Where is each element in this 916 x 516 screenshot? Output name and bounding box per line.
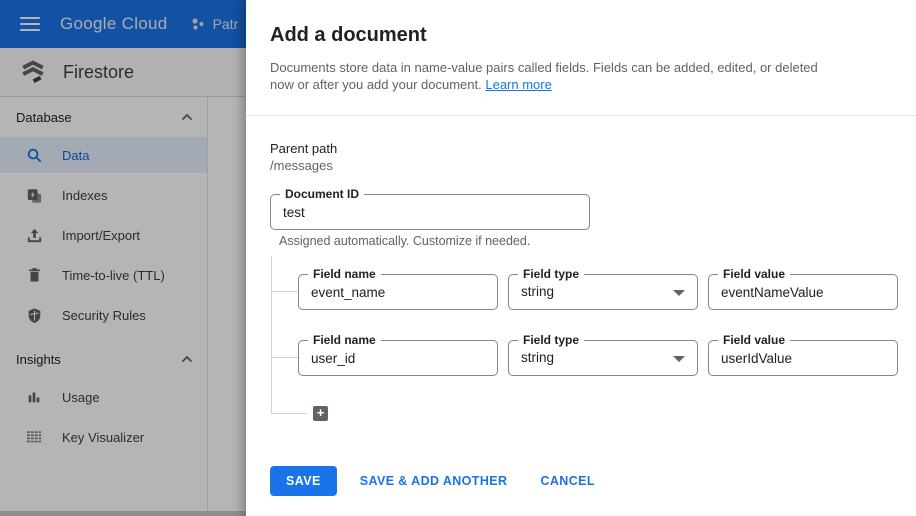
field-type-value: string	[521, 350, 554, 365]
sidebar-item-label: Security Rules	[62, 308, 146, 323]
add-field-button[interactable]: +	[313, 406, 328, 421]
firestore-icon	[20, 59, 46, 85]
sidebar-item-label: Time-to-live (TTL)	[62, 268, 165, 283]
field-type-label: Field type	[518, 332, 584, 348]
bar-chart-icon	[24, 387, 44, 407]
sidebar-section-database[interactable]: Database	[0, 97, 207, 137]
document-id-field: Document ID	[270, 194, 590, 230]
indexes-icon	[24, 185, 44, 205]
save-button[interactable]: SAVE	[270, 466, 337, 496]
sidebar-item-label: Indexes	[62, 188, 108, 203]
field-value-input[interactable]	[721, 341, 885, 375]
field-name-input[interactable]	[311, 275, 485, 309]
save-add-another-button[interactable]: SAVE & ADD ANOTHER	[352, 466, 516, 496]
sidebar-item-ttl[interactable]: Time-to-live (TTL)	[0, 257, 207, 293]
sidebar-item-indexes[interactable]: Indexes	[0, 177, 207, 213]
upload-icon	[24, 225, 44, 245]
tree-connector	[271, 413, 307, 414]
sidebar-item-usage[interactable]: Usage	[0, 379, 207, 415]
sidebar-item-label: Data	[62, 148, 89, 163]
heatmap-icon	[24, 427, 44, 447]
tree-connector	[271, 357, 298, 358]
menu-icon[interactable]	[20, 17, 40, 31]
dialog-title: Add a document	[270, 24, 427, 47]
plus-icon: +	[317, 405, 325, 420]
search-icon	[24, 145, 44, 165]
sidebar-item-label: Key Visualizer	[62, 430, 144, 445]
parent-path-label: Parent path	[270, 141, 337, 156]
project-switcher[interactable]: Patr	[190, 16, 239, 32]
sidebar-section-insights[interactable]: Insights	[0, 339, 207, 379]
field-value-field: Field value	[708, 274, 898, 310]
dropdown-arrow-icon	[673, 290, 685, 296]
field-type-value: string	[521, 284, 554, 299]
dialog-actions: SAVE SAVE & ADD ANOTHER CANCEL	[270, 466, 603, 496]
project-icon	[190, 16, 206, 32]
app-header: Firestore	[0, 48, 246, 97]
chevron-up-icon	[181, 355, 193, 363]
learn-more-link[interactable]: Learn more	[485, 77, 551, 92]
tree-connector	[271, 256, 272, 414]
trash-icon	[24, 265, 44, 285]
description-line2: now or after you add your document.	[270, 77, 482, 92]
parent-path-value: /messages	[270, 158, 333, 173]
field-value-input[interactable]	[721, 275, 885, 309]
field-type-label: Field type	[518, 266, 584, 282]
field-name-field: Field name	[298, 340, 498, 376]
chevron-up-icon	[181, 113, 193, 121]
topbar: Google Cloud Patr	[0, 0, 246, 48]
google-cloud-logo: Google Cloud	[60, 14, 168, 34]
sidebar: Database Data Indexes	[0, 97, 208, 511]
shield-icon	[24, 305, 44, 325]
dialog-description: Documents store data in name-value pairs…	[270, 59, 818, 93]
document-id-helper: Assigned automatically. Customize if nee…	[279, 234, 530, 248]
bottom-edge	[0, 511, 246, 516]
section-label: Database	[16, 110, 181, 125]
sidebar-item-import-export[interactable]: Import/Export	[0, 217, 207, 253]
field-value-field: Field value	[708, 340, 898, 376]
sidebar-item-data[interactable]: Data	[0, 137, 207, 173]
sidebar-item-key-visualizer[interactable]: Key Visualizer	[0, 419, 207, 455]
cancel-button[interactable]: CANCEL	[532, 466, 602, 496]
dropdown-arrow-icon	[673, 356, 685, 362]
console-background: Google Cloud Patr Firestore Database	[0, 0, 246, 516]
add-document-dialog: Add a document Documents store data in n…	[246, 0, 916, 516]
section-label: Insights	[16, 352, 181, 367]
description-line1: Documents store data in name-value pairs…	[270, 60, 818, 75]
field-type-select[interactable]: Field type string	[508, 274, 698, 310]
document-id-input[interactable]	[283, 195, 577, 229]
project-name: Patr	[213, 16, 239, 32]
sidebar-item-label: Import/Export	[62, 228, 140, 243]
tree-connector	[271, 291, 298, 292]
app-title: Firestore	[63, 62, 134, 83]
field-type-select[interactable]: Field type string	[508, 340, 698, 376]
field-name-field: Field name	[298, 274, 498, 310]
header-divider	[246, 115, 916, 116]
field-name-input[interactable]	[311, 341, 485, 375]
sidebar-item-security-rules[interactable]: Security Rules	[0, 297, 207, 333]
sidebar-item-label: Usage	[62, 390, 100, 405]
